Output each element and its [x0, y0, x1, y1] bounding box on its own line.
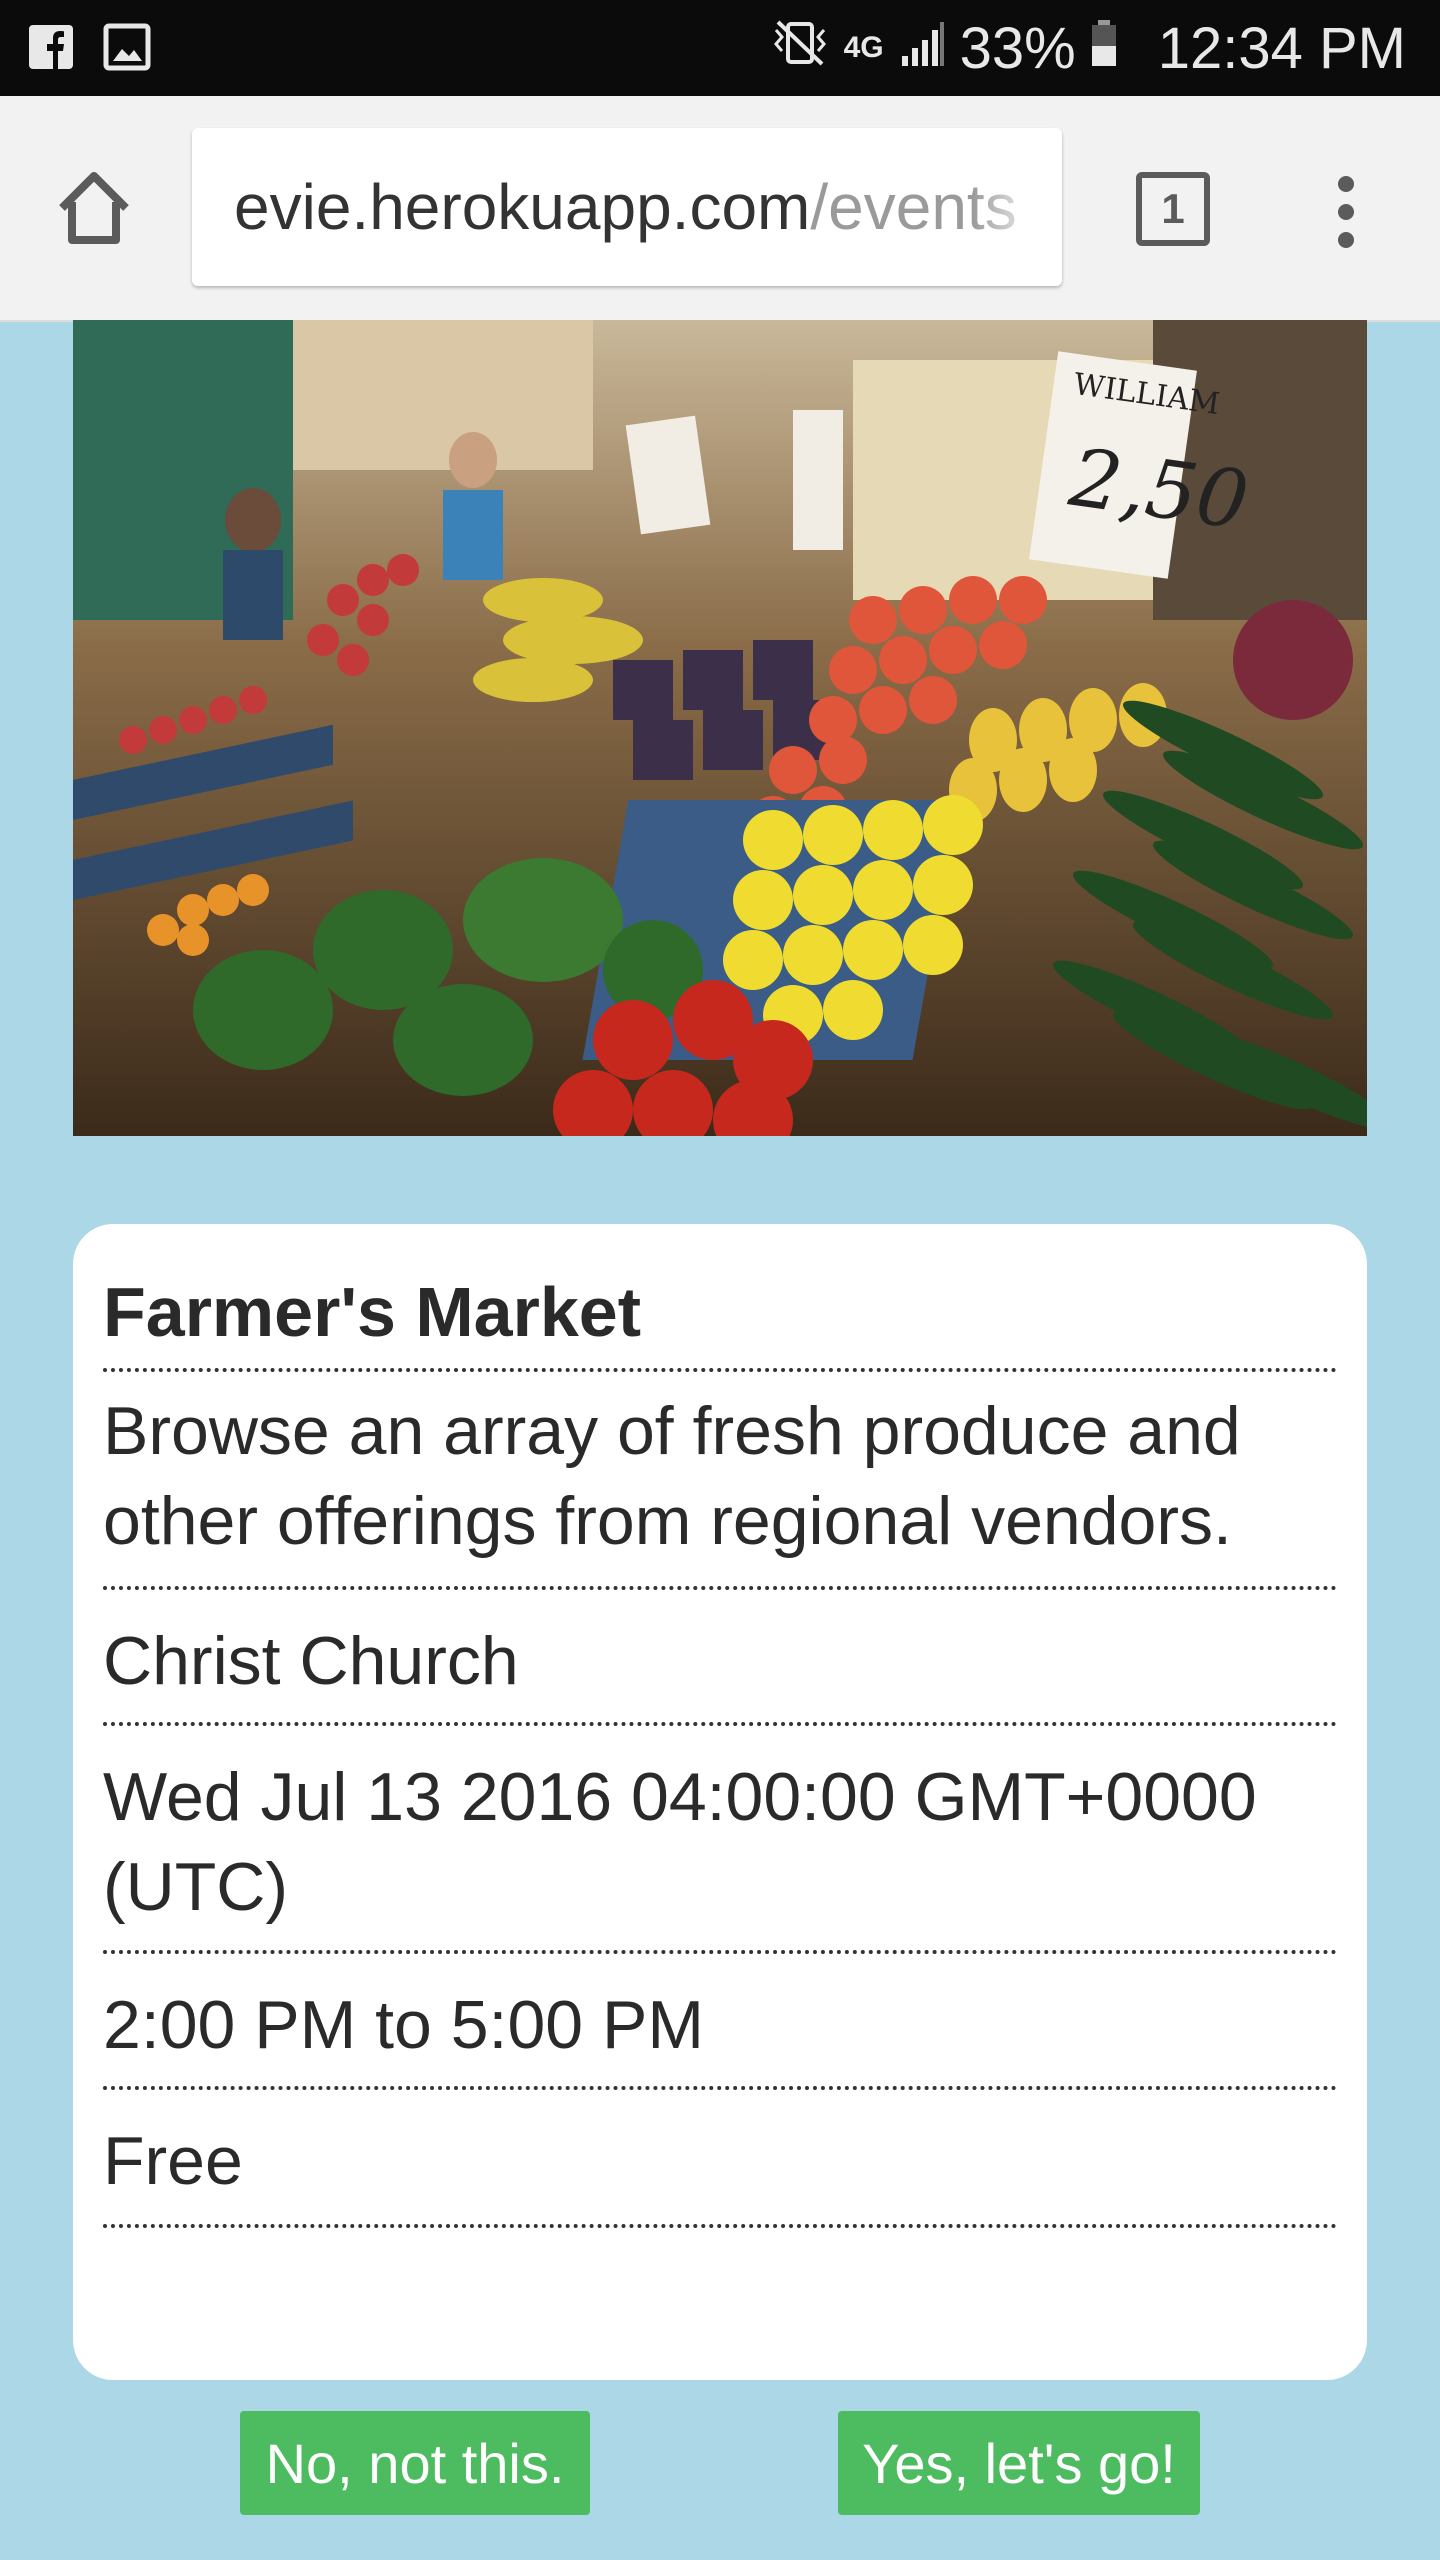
status-bar: 4G 33% 12:34 PM: [0, 0, 1440, 96]
event-description: Browse an array of fresh produce and oth…: [103, 1372, 1337, 1590]
image-icon: [102, 22, 152, 72]
facebook-icon: [26, 22, 76, 72]
tab-count: 1: [1161, 185, 1185, 232]
network-4g-icon: 4G: [843, 31, 884, 64]
event-time: 2:00 PM to 5:00 PM: [103, 1954, 1337, 2090]
url-bar[interactable]: evie.herokuapp.com/events: [192, 128, 1062, 286]
battery-icon: [1090, 15, 1118, 82]
home-icon[interactable]: [52, 166, 136, 250]
event-title: Farmer's Market: [103, 1254, 1337, 1372]
status-left-icons: [26, 22, 152, 72]
more-vert-icon[interactable]: [1318, 172, 1374, 252]
browser-toolbar: evie.herokuapp.com/events 1: [0, 96, 1440, 322]
url-domain: evie.herokuapp.com: [234, 171, 811, 243]
event-location: Christ Church: [103, 1590, 1337, 1726]
event-date: Wed Jul 13 2016 04:00:00 GMT+0000 (UTC): [103, 1726, 1337, 1954]
clock: 12:34 PM: [1157, 15, 1406, 81]
url-text: evie.herokuapp.com/events: [234, 170, 1017, 244]
status-right: 4G 33% 12:34 PM: [770, 0, 1406, 96]
url-fade: [972, 128, 1062, 286]
reject-button[interactable]: No, not this.: [240, 2411, 590, 2515]
event-price: Free: [103, 2090, 1337, 2228]
battery-percent: 33%: [959, 15, 1076, 81]
signal-icon: [898, 15, 946, 82]
event-card: Farmer's Market Browse an array of fresh…: [73, 1224, 1367, 2380]
accept-button[interactable]: Yes, let's go!: [838, 2411, 1200, 2515]
event-image: WILLIAM 2,50: [73, 320, 1367, 1136]
tab-switcher-icon[interactable]: 1: [1136, 172, 1210, 246]
vibrate-icon: [770, 15, 830, 82]
